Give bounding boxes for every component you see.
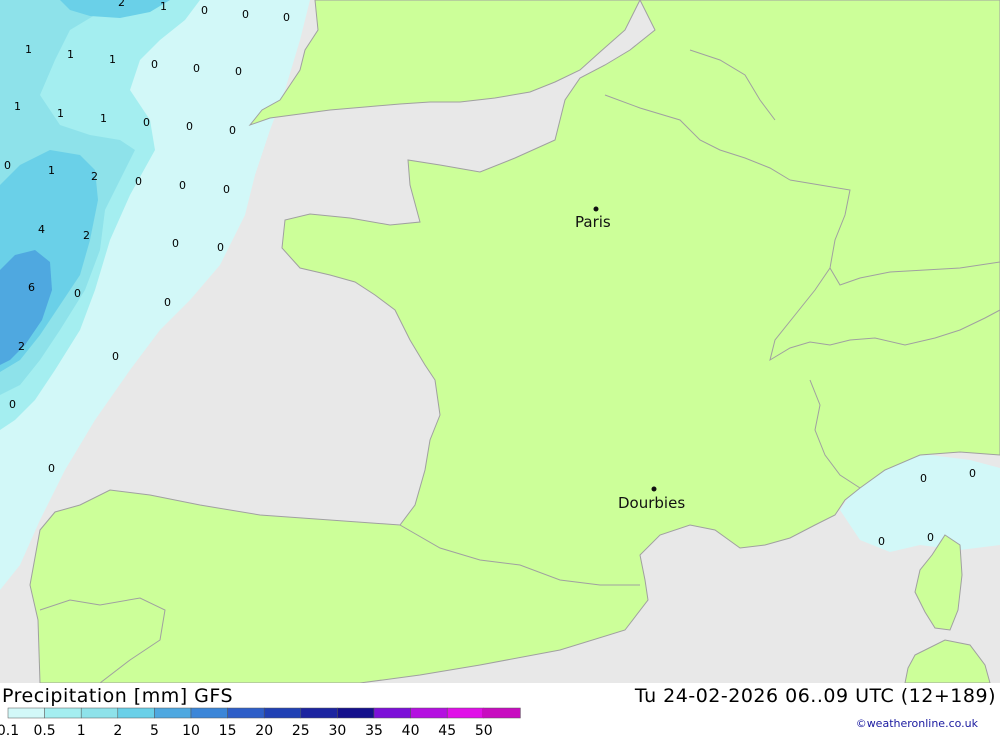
legend-tick-label: 40: [402, 723, 420, 739]
precip-value: 0: [242, 8, 249, 21]
legend-color-cell: [337, 707, 375, 719]
precip-value: 0: [223, 183, 230, 196]
precip-value: 0: [920, 472, 927, 485]
precip-value: 2: [18, 340, 25, 353]
precip-value: 1: [48, 164, 55, 177]
precip-value: 1: [109, 53, 116, 66]
precip-value: 0: [151, 58, 158, 71]
legend-color-cell: [117, 707, 155, 719]
precip-value: 0: [172, 237, 179, 250]
precip-value: 0: [164, 296, 171, 309]
legend-tick-label: 0.5: [33, 723, 55, 739]
precip-value: 0: [283, 11, 290, 24]
precip-value: 1: [14, 100, 21, 113]
precip-value: 0: [74, 287, 81, 300]
precip-value: 0: [969, 467, 976, 480]
precip-value: 0: [112, 350, 119, 363]
legend-tick-label: 15: [219, 723, 237, 739]
precip-value: 0: [193, 62, 200, 75]
legend-color-cell: [80, 707, 119, 719]
precip-value: 1: [100, 112, 107, 125]
legend-tick-label: 25: [292, 723, 310, 739]
legend-colorbar: 0.1 0.5 1 2 5 10 15 20 25 30 35 40 45 50: [0, 707, 521, 739]
legend-tick-label: 1: [77, 723, 86, 739]
precip-value: 0: [217, 241, 224, 254]
precipitation-map: Paris Dourbies 2 1 0 0 0 1 1 1 0 0 0 1 1…: [0, 0, 1000, 683]
map-footer: Precipitation [mm] GFS Tu 24-02-2026 06.…: [0, 683, 1000, 739]
legend-tick-label: 30: [328, 723, 346, 739]
legend-color-cell: [7, 707, 45, 719]
forecast-datetime: Tu 24-02-2026 06..09 UTC (12+189): [634, 685, 996, 707]
legend-tick-label: 20: [255, 723, 273, 739]
precip-value: 1: [57, 107, 64, 120]
dourbies-marker: [651, 486, 657, 492]
precip-value: 0: [179, 179, 186, 192]
legend-tick-label: 10: [182, 723, 200, 739]
legend-tick-label: 5: [150, 723, 159, 739]
legend-color-cell: [190, 707, 228, 719]
precip-value: 0: [4, 159, 11, 172]
legend-color-cell: [373, 707, 411, 719]
precip-value: 2: [91, 170, 98, 183]
precip-value: 0: [48, 462, 55, 475]
legend-color-cell: [44, 707, 82, 719]
precip-value: 0: [235, 65, 242, 78]
legend-tick-label: 0.1: [0, 723, 19, 739]
precip-value: 1: [67, 48, 74, 61]
precip-value: 1: [160, 0, 167, 13]
legend-tick-label: 45: [438, 723, 456, 739]
precip-value: 6: [28, 281, 35, 294]
precip-value: 0: [143, 116, 150, 129]
source-credit: ©weatheronline.co.uk: [855, 717, 978, 730]
precip-value: 0: [927, 531, 934, 544]
legend-tick-label: 50: [475, 723, 493, 739]
legend-color-cell: [154, 707, 192, 719]
precip-value: 0: [878, 535, 885, 548]
legend-color-cell: [227, 707, 265, 719]
precip-value: 0: [9, 398, 16, 411]
legend-color-cell: [410, 707, 448, 719]
map-title: Precipitation [mm] GFS: [2, 685, 234, 707]
legend-color-cell: [263, 707, 302, 719]
precip-value: 0: [229, 124, 236, 137]
precip-value: 1: [25, 43, 32, 56]
city-label-dourbies: Dourbies: [618, 494, 685, 512]
precip-value: 4: [38, 223, 45, 236]
legend-color-cell: [300, 707, 338, 719]
legend-color-cell: [446, 707, 485, 719]
legend-tick-label: 35: [365, 723, 383, 739]
precip-value: 0: [186, 120, 193, 133]
precip-value: 2: [118, 0, 125, 9]
legend-tick-label: 2: [113, 723, 122, 739]
city-label-paris: Paris: [575, 213, 611, 231]
precip-value: 0: [135, 175, 142, 188]
precip-value: 2: [83, 229, 90, 242]
precip-value: 0: [201, 4, 208, 17]
paris-marker: [593, 206, 599, 212]
